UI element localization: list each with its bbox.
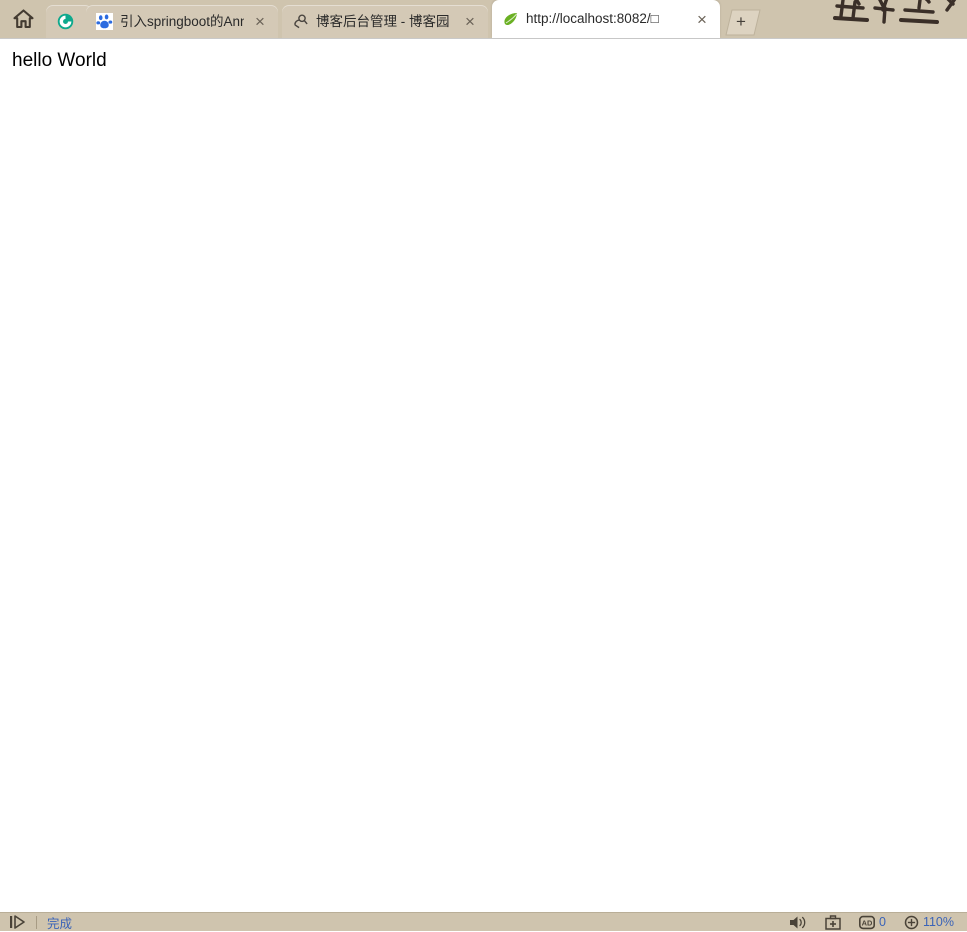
mute-toggle-button[interactable] (780, 913, 816, 932)
ad-blocked-count: 0 (879, 915, 886, 929)
page-body-text: hello World (12, 50, 107, 71)
tab-close-button[interactable]: × (691, 8, 713, 30)
toolbox-icon (825, 914, 841, 930)
page-viewport: hello World (0, 39, 967, 912)
tab-title: 博客后台管理 - 博客园 (316, 13, 450, 29)
ad-blocker-button[interactable]: AD 0 (850, 913, 895, 932)
status-bar-right: AD 0 110% (780, 913, 967, 932)
play-pause-icon (9, 915, 25, 929)
speaker-icon (790, 916, 806, 928)
new-tab-plus-label: + (736, 12, 746, 31)
tab-localhost-8082[interactable]: http://localhost:8082/□ × (492, 0, 720, 38)
status-bar: 完成 AD 0 110% (0, 912, 967, 931)
home-icon (12, 9, 34, 29)
ad-block-icon: AD (859, 915, 875, 929)
tab-title: http://localhost:8082/□ (526, 11, 659, 26)
play-pause-button[interactable] (0, 913, 34, 932)
tab-title: 引入springboot的Anno (120, 13, 244, 29)
zoom-in-icon (904, 915, 919, 929)
svg-text:AD: AD (862, 918, 873, 927)
cnblogs-icon (292, 13, 309, 30)
spring-leaf-icon (502, 11, 519, 28)
browser-logo-icon (57, 13, 74, 30)
tab-close-button[interactable]: × (459, 11, 481, 33)
tab-close-button[interactable]: × (249, 11, 271, 33)
tab-separator (272, 5, 282, 38)
status-bar-divider (36, 915, 37, 929)
zoom-level-button[interactable]: 110% (895, 913, 963, 932)
status-bar-left: 完成 (0, 913, 780, 932)
zoom-level-label: 110% (922, 915, 954, 929)
status-text: 完成 (47, 916, 73, 931)
tab-cnblogs-admin[interactable]: 博客后台管理 - 博客园 × (282, 5, 488, 38)
new-tab-button[interactable]: + (718, 7, 764, 37)
browser-window: 引入springboot的Anno × 博客后台管理 - 博客园 × http:… (0, 0, 967, 931)
baidu-paw-icon (96, 13, 113, 30)
home-button[interactable] (0, 0, 46, 38)
tab-strip: 引入springboot的Anno × 博客后台管理 - 博客园 × http:… (0, 0, 967, 38)
tab-separator (482, 5, 492, 38)
tab-baidu-springboot[interactable]: 引入springboot的Anno × (86, 5, 278, 38)
toolbox-button[interactable] (816, 913, 850, 932)
